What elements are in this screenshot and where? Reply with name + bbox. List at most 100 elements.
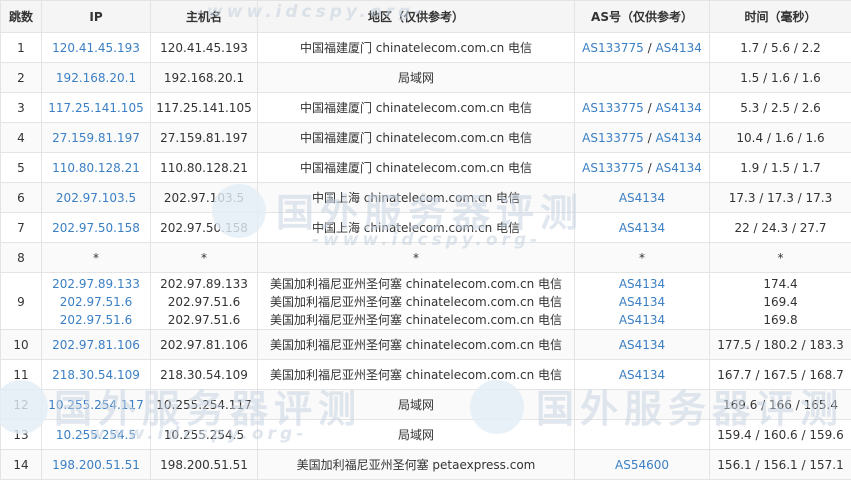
ip-line: 192.168.20.1	[43, 69, 150, 87]
time-cell: 167.7 / 167.5 / 168.7	[709, 359, 851, 390]
hop-number: 10	[13, 337, 29, 352]
as-link[interactable]: AS4134	[619, 338, 665, 352]
as-link[interactable]: AS4134	[619, 313, 665, 327]
hostname: 202.97.51.6	[167, 313, 241, 327]
hostname: 27.159.81.197	[160, 130, 248, 145]
as-link: *	[639, 250, 645, 265]
hostname: 120.41.45.193	[160, 40, 248, 55]
region-cell: 局域网	[257, 419, 575, 450]
as-link[interactable]: AS4134	[655, 41, 701, 55]
ip-cell: 10.255.254.117	[41, 389, 151, 420]
region-text: 局域网	[397, 427, 434, 442]
ip-link[interactable]: 27.159.81.197	[52, 131, 140, 145]
as-line: AS4134	[576, 189, 709, 207]
as-cell	[574, 62, 710, 93]
as-line: AS4134	[576, 336, 709, 354]
host-cell: 117.25.141.105	[150, 92, 258, 123]
hostname: 202.97.51.6	[167, 295, 241, 309]
ip-link[interactable]: 202.97.51.6	[60, 295, 133, 309]
ip-cell: 120.41.45.193	[41, 32, 151, 63]
ip-cell: 202.97.81.106	[41, 329, 151, 360]
hop-number: 1	[17, 40, 25, 55]
as-line: AS4134	[576, 311, 709, 329]
as-link[interactable]: AS4134	[619, 295, 665, 309]
ip-link[interactable]: 202.97.51.6	[60, 313, 133, 327]
ip-line: 218.30.54.109	[43, 366, 150, 384]
time-value: 156.1 / 156.1 / 157.1	[717, 457, 844, 472]
ip-link[interactable]: 10.255.254.5	[56, 428, 136, 442]
time-value: 10.4 / 1.6 / 1.6	[736, 130, 825, 145]
as-link[interactable]: AS4134	[619, 277, 665, 291]
as-link[interactable]: AS54600	[615, 458, 669, 472]
region-cell: 中国福建厦门 chinatelecom.com.cn 电信	[257, 122, 575, 153]
ip-link[interactable]: 202.97.103.5	[56, 191, 136, 205]
table-row: 12 10.255.254.117 10.255.254.117 局域网 169.6 /…	[0, 389, 851, 420]
ip-link[interactable]: 117.25.141.105	[48, 101, 143, 115]
as-cell: AS4134	[574, 329, 710, 360]
hop-cell: 11	[0, 359, 42, 390]
as-link[interactable]: AS4134	[619, 368, 665, 382]
table-row: 8 * * * * *	[0, 242, 851, 273]
as-cell: AS4134	[574, 212, 710, 243]
hostname: 110.80.128.21	[160, 160, 248, 175]
region-cell: 中国福建厦门 chinatelecom.com.cn 电信	[257, 152, 575, 183]
as-link[interactable]: AS4134	[655, 131, 701, 145]
ip-link[interactable]: 192.168.20.1	[56, 71, 136, 85]
as-link[interactable]: AS4134	[619, 221, 665, 235]
ip-link[interactable]: 10.255.254.117	[48, 398, 143, 412]
as-line: *	[576, 249, 709, 267]
time-cell: 156.1 / 156.1 / 157.1	[709, 449, 851, 480]
ip-line: 202.97.103.5	[43, 189, 150, 207]
as-cell	[574, 389, 710, 420]
as-link[interactable]: AS133775	[582, 161, 644, 175]
time-cell: 22 / 24.3 / 27.7	[709, 212, 851, 243]
as-link[interactable]: AS4134	[655, 101, 701, 115]
as-link[interactable]: AS133775	[582, 41, 644, 55]
as-link[interactable]: AS133775	[582, 101, 644, 115]
host-cell: 10.255.254.117	[150, 389, 258, 420]
table-row: 7 202.97.50.158 202.97.50.158 中国上海 chinatel…	[0, 212, 851, 243]
hop-number: 2	[17, 70, 25, 85]
as-cell: AS133775 / AS4134	[574, 92, 710, 123]
time-value: 169.8	[763, 313, 798, 327]
region-cell: *	[257, 242, 575, 273]
table-row: 4 27.159.81.197 27.159.81.197 中国福建厦门 chinat…	[0, 122, 851, 153]
ip-link[interactable]: 198.200.51.51	[52, 458, 140, 472]
table-row: 9 202.97.89.133 202.97.51.6 202.97.51.6 202.…	[0, 272, 851, 330]
host-cell: 218.30.54.109	[150, 359, 258, 390]
region-cell: 局域网	[257, 62, 575, 93]
host-cell: 10.255.254.5	[150, 419, 258, 450]
col-header-ip: IP	[41, 0, 151, 33]
ip-link[interactable]: 202.97.89.133	[52, 277, 140, 291]
hostname: *	[201, 250, 207, 265]
region-cell: 局域网	[257, 389, 575, 420]
hostname: 10.255.254.5	[163, 427, 245, 442]
ip-link[interactable]: 120.41.45.193	[52, 41, 140, 55]
time-value: 1.9 / 1.5 / 1.7	[740, 160, 821, 175]
region-text: 中国福建厦门 chinatelecom.com.cn 电信	[299, 100, 533, 115]
hop-number: 12	[13, 397, 29, 412]
as-link[interactable]: AS133775	[582, 131, 644, 145]
as-link[interactable]: AS4134	[619, 191, 665, 205]
ip-link[interactable]: 110.80.128.21	[52, 161, 140, 175]
as-link[interactable]: AS4134	[655, 161, 701, 175]
host-cell: 27.159.81.197	[150, 122, 258, 153]
ip-link[interactable]: 202.97.50.158	[52, 221, 140, 235]
ip-cell: 27.159.81.197	[41, 122, 151, 153]
ip-line: *	[43, 249, 150, 267]
ip-link[interactable]: 218.30.54.109	[52, 368, 140, 382]
hop-number: 13	[13, 427, 29, 442]
hop-number: 6	[17, 190, 25, 205]
host-cell: *	[150, 242, 258, 273]
region-text: 局域网	[397, 397, 434, 412]
time-value: 174.4	[763, 277, 798, 291]
time-value: 22 / 24.3 / 27.7	[734, 220, 827, 235]
region-text: *	[413, 250, 419, 265]
hop-cell: 7	[0, 212, 42, 243]
hostname: 10.255.254.117	[156, 397, 252, 412]
ip-line: 10.255.254.5	[43, 426, 150, 444]
time-cell: 1.5 / 1.6 / 1.6	[709, 62, 851, 93]
time-value: *	[777, 250, 784, 265]
ip-cell: 202.97.103.5	[41, 182, 151, 213]
ip-link[interactable]: 202.97.81.106	[52, 338, 140, 352]
